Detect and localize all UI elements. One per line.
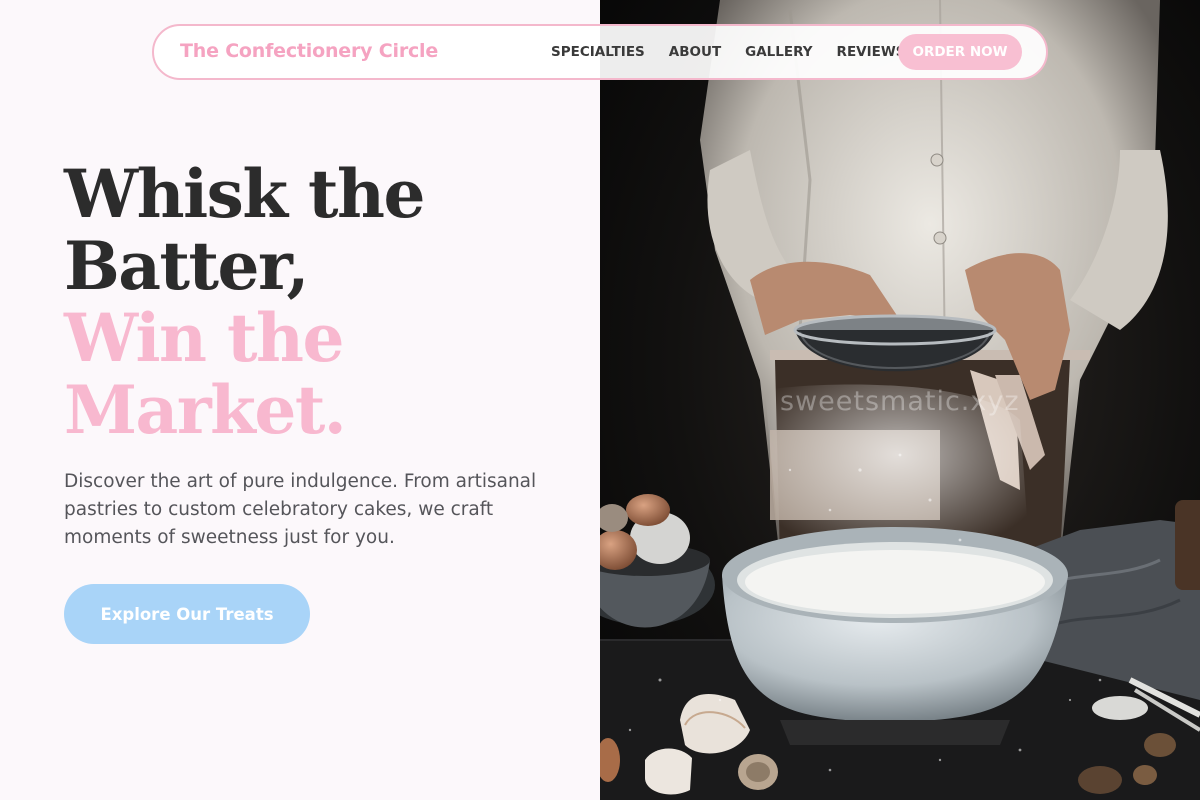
top-navbar: The Confectionery Circle SPECIALTIES ABO… — [152, 24, 1048, 80]
nav-link-gallery[interactable]: GALLERY — [745, 44, 812, 60]
hero-headline: Whisk the Batter, Win the Market. — [64, 158, 564, 446]
nav-link-specialties[interactable]: SPECIALTIES — [551, 44, 645, 60]
order-now-button[interactable]: ORDER NOW — [898, 34, 1022, 70]
headline-line-4: Market. — [64, 371, 347, 449]
headline-line-1: Whisk the — [64, 155, 426, 233]
headline-line-3: Win the — [64, 299, 344, 377]
watermark-text: sweetsmatic.xyz — [780, 386, 1020, 417]
nav-link-about[interactable]: ABOUT — [669, 44, 721, 60]
explore-treats-button[interactable]: Explore Our Treats — [64, 584, 310, 644]
brand-logo[interactable]: The Confectionery Circle — [180, 40, 438, 62]
headline-line-2: Batter, — [64, 227, 309, 305]
nav-link-reviews[interactable]: REVIEWS — [837, 44, 906, 60]
hero-description: Discover the art of pure indulgence. Fro… — [64, 471, 537, 548]
nav-links: SPECIALTIES ABOUT GALLERY REVIEWS — [551, 44, 905, 60]
